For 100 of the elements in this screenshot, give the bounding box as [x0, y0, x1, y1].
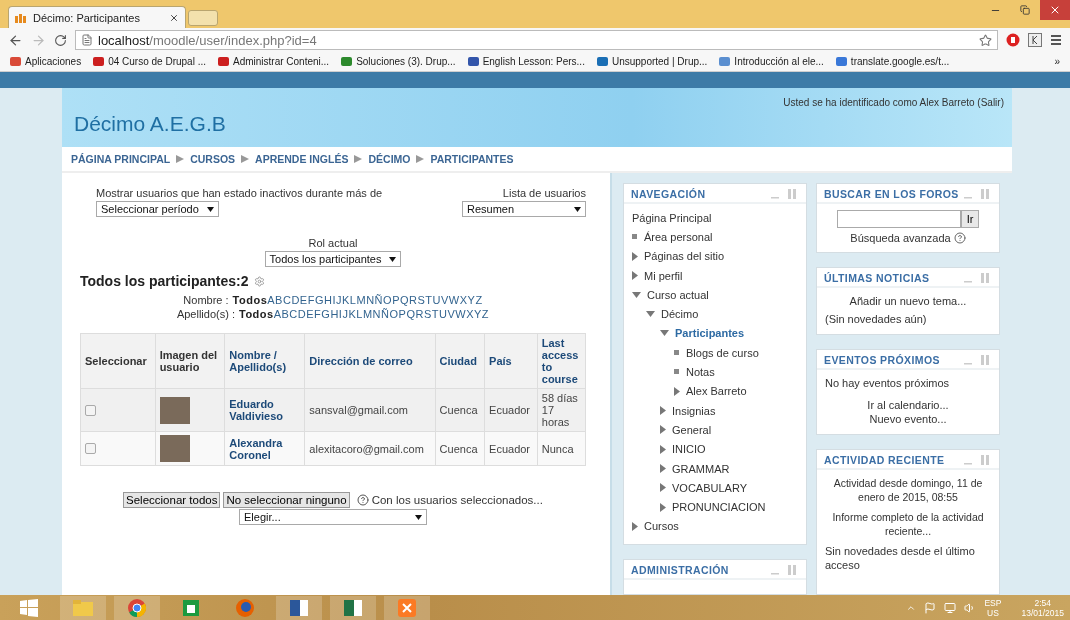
new-tab-button[interactable] — [188, 10, 218, 26]
letter-link[interactable]: J — [342, 307, 349, 321]
letter-link[interactable]: G — [321, 307, 331, 321]
letter-link[interactable]: L — [356, 307, 363, 321]
activity-report-link[interactable]: Informe completo de la actividad reciente... — [825, 510, 991, 538]
column-header[interactable]: Ciudad — [435, 333, 485, 389]
caret-right-icon[interactable] — [660, 444, 666, 454]
nav-item[interactable]: Página Principal — [632, 208, 798, 228]
caret-right-icon[interactable] — [660, 502, 666, 512]
nav-item[interactable]: General — [660, 420, 798, 440]
close-icon[interactable] — [169, 12, 179, 23]
letter-link[interactable]: R — [409, 293, 418, 307]
forward-icon[interactable] — [31, 32, 46, 48]
letter-link[interactable]: U — [438, 307, 448, 321]
column-header[interactable]: Nombre / Apellido(s) — [224, 333, 305, 389]
letter-link[interactable]: D — [291, 293, 300, 307]
letter-link[interactable]: T — [431, 307, 439, 321]
letter-link[interactable]: P — [392, 293, 400, 307]
letter-link[interactable]: N — [372, 307, 381, 321]
browser-icon[interactable] — [114, 595, 160, 620]
bookmark[interactable]: English Lesson: Pers... — [467, 56, 585, 67]
select-field[interactable]: Todos los participantes — [264, 251, 402, 267]
nav-item[interactable]: VOCABULARY — [660, 478, 798, 498]
letter-link[interactable]: K — [348, 307, 357, 321]
letter-link[interactable]: I — [338, 307, 343, 321]
letter-link[interactable]: T — [425, 293, 433, 307]
stop-icon[interactable] — [1006, 33, 1020, 47]
nav-item[interactable]: Alex Barreto — [674, 381, 798, 401]
bookmark[interactable]: translate.google.es/t... — [835, 56, 950, 67]
nav-item[interactable]: Área personal — [632, 227, 798, 247]
add-topic-link[interactable]: Añadir un nuevo tema... — [825, 294, 991, 308]
reload-icon[interactable] — [54, 33, 67, 47]
nav-item[interactable]: INICIO — [660, 439, 798, 459]
help-icon[interactable] — [953, 232, 966, 244]
caret-right-icon[interactable] — [660, 406, 666, 416]
letter-link[interactable]: Q — [399, 293, 410, 307]
column-header[interactable]: Dirección de correo — [304, 333, 436, 389]
letter-link[interactable]: B — [281, 307, 290, 321]
breadcrumb-link[interactable]: PÁGINA PRINCIPAL — [71, 153, 171, 165]
letter-link[interactable]: I — [332, 293, 336, 307]
address-field[interactable]: localhost/moodle/user/index.php?id=4 — [75, 30, 998, 50]
bookmark[interactable]: Unsupported | Drup... — [596, 56, 708, 67]
letter-link[interactable]: Z — [475, 293, 483, 307]
caret-down-icon[interactable] — [660, 330, 669, 337]
letter-link[interactable]: U — [432, 293, 441, 307]
nav-item[interactable]: Participantes — [660, 323, 798, 344]
column-header[interactable]: País — [484, 333, 538, 389]
select-button[interactable]: No seleccionar ninguno — [223, 492, 350, 508]
caret-right-icon[interactable] — [632, 521, 638, 531]
spreadsheet-app-icon[interactable] — [330, 595, 376, 620]
nav-item[interactable]: Blogs de curso — [674, 343, 798, 363]
menu-icon[interactable] — [1050, 34, 1062, 46]
nav-item[interactable]: Mi perfil — [632, 265, 798, 286]
letter-link[interactable]: D — [297, 307, 307, 321]
nav-item[interactable]: Notas — [674, 362, 798, 382]
nav-item[interactable]: Páginas del sitio — [632, 246, 798, 266]
server-app-icon[interactable] — [384, 595, 430, 620]
flag-icon[interactable] — [924, 601, 937, 614]
letter-link[interactable]: W — [448, 293, 460, 307]
letter-link[interactable]: J — [336, 293, 342, 307]
nav-item[interactable]: Curso actual — [632, 285, 798, 305]
bookmark[interactable]: Introducción al ele... — [719, 56, 824, 67]
more-bookmarks[interactable]: » — [1054, 56, 1060, 67]
letter-link[interactable]: Todos — [239, 307, 274, 321]
column-header[interactable]: Last access to course — [537, 333, 586, 389]
letter-link[interactable]: R — [415, 307, 424, 321]
breadcrumb-link[interactable]: DÉCIMO — [368, 153, 411, 165]
caret-down-icon[interactable] — [646, 311, 655, 318]
letter-link[interactable]: Z — [481, 307, 490, 321]
bookmark[interactable]: 04 Curso de Drupal ... — [93, 56, 206, 67]
row-checkbox[interactable] — [85, 443, 96, 454]
letter-link[interactable]: F — [314, 307, 322, 321]
nav-item[interactable]: Décimo — [646, 304, 798, 324]
letter-link[interactable]: E — [299, 293, 308, 307]
letter-link[interactable]: Y — [474, 307, 482, 321]
extension-icon[interactable] — [1028, 33, 1042, 47]
letter-link[interactable]: O — [383, 293, 393, 307]
letter-link[interactable]: V — [447, 307, 456, 321]
caret-right-icon[interactable] — [632, 271, 638, 281]
caret-right-icon[interactable] — [632, 251, 638, 261]
caret-right-icon[interactable] — [660, 425, 666, 435]
select-button[interactable]: Seleccionar todos — [123, 492, 221, 508]
nav-item[interactable]: Insignias — [660, 400, 798, 421]
select-field[interactable]: Resumen — [462, 201, 586, 217]
letter-link[interactable]: M — [362, 307, 373, 321]
letter-link[interactable]: C — [289, 307, 298, 321]
letter-link[interactable]: H — [324, 293, 333, 307]
letter-link[interactable]: Ñ — [374, 293, 384, 307]
document-app-icon[interactable] — [276, 595, 322, 620]
nav-item[interactable]: PRONUNCIACION — [660, 497, 798, 517]
letter-link[interactable]: Todos — [232, 293, 268, 307]
letter-link[interactable]: X — [466, 307, 474, 321]
bookmark[interactable]: Administrar Conteni... — [218, 56, 330, 67]
nav-item[interactable]: Cursos — [632, 516, 798, 537]
letter-link[interactable]: Q — [406, 307, 416, 321]
select-field[interactable]: Seleccionar período — [96, 201, 219, 217]
calendar-link[interactable]: Ir al calendario... — [825, 398, 991, 412]
breadcrumb-link[interactable]: CURSOS — [190, 153, 236, 165]
search-field[interactable] — [836, 210, 961, 228]
caret-right-icon[interactable] — [660, 464, 666, 473]
